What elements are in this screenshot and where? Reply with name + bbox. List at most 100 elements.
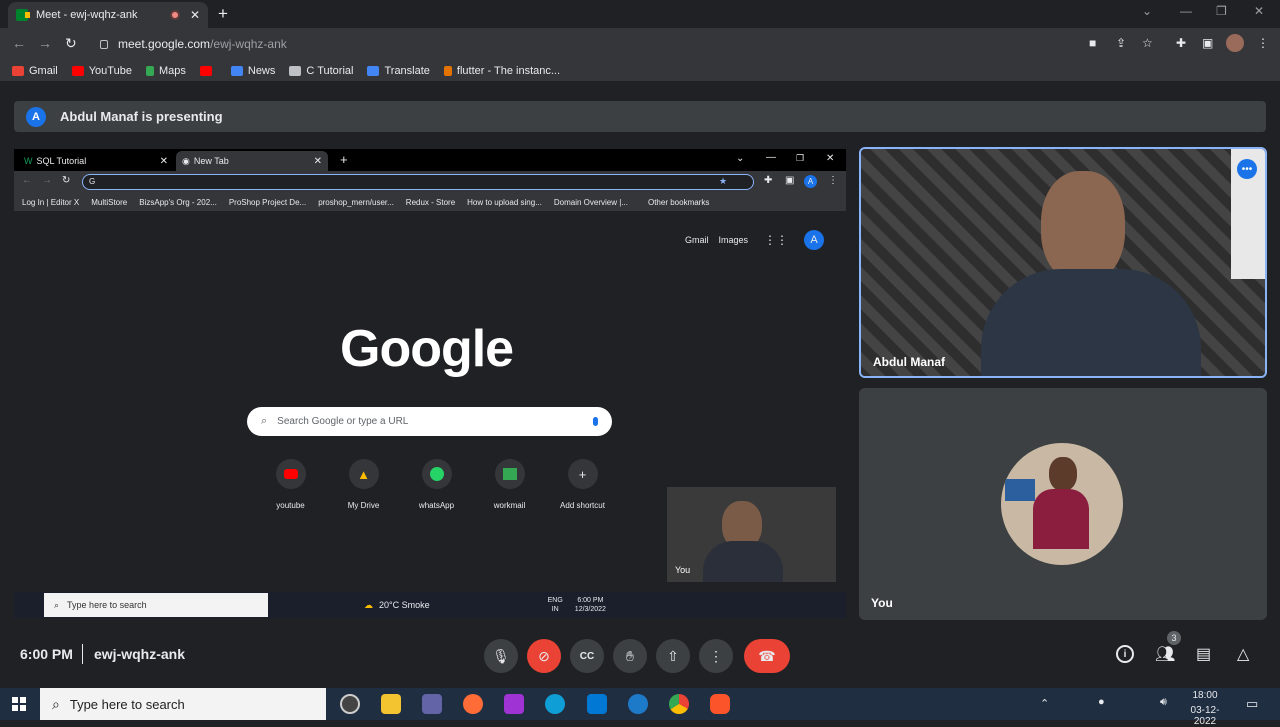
profile-avatar[interactable]: [1226, 34, 1244, 52]
sql-favicon-icon: W: [24, 156, 33, 166]
bookmark-gmail[interactable]: Gmail: [12, 65, 58, 77]
postman-icon[interactable]: [463, 694, 483, 714]
bookmark-translate[interactable]: Translate: [367, 65, 430, 77]
side-panel-icon: ▣: [785, 175, 795, 186]
captions-button[interactable]: CC: [570, 639, 604, 673]
self-tile[interactable]: You: [859, 388, 1267, 620]
side-panel-icon[interactable]: ▣: [1202, 36, 1213, 50]
shared-address-bar: G ★: [82, 174, 754, 190]
participants-count-badge: 3: [1167, 631, 1181, 645]
end-call-button[interactable]: ☎: [744, 639, 790, 673]
taskbar-time[interactable]: 18:00: [1180, 690, 1230, 701]
youtube-icon: [275, 459, 306, 489]
taskbar-date[interactable]: 03-12-2022: [1180, 705, 1230, 727]
camera-off-button[interactable]: ⊘: [527, 639, 561, 673]
chrome-icon[interactable]: [669, 694, 689, 714]
presenter-face-image: [1041, 171, 1125, 283]
address-bar[interactable]: meet.google.com/ewj-wqhz-ank: [90, 32, 1080, 56]
maximize-button[interactable]: ❐: [1216, 4, 1227, 18]
notion-app-icon[interactable]: [628, 694, 648, 714]
volume-icon[interactable]: 🔊︎: [1160, 696, 1167, 709]
search-icon: ⌕: [261, 415, 268, 427]
bookmark-star-icon[interactable]: ☆: [1142, 36, 1153, 50]
present-button[interactable]: ⇧: [656, 639, 690, 673]
maps-icon: [145, 65, 154, 76]
shared-tab-sql: W SQL Tutorial ✕: [24, 155, 168, 167]
bookmark-youtube-2[interactable]: [199, 65, 217, 76]
menu-icon: ⋮: [828, 175, 838, 186]
google-search-box: ⌕ Search Google or type a URL: [247, 407, 612, 436]
presenter-tile[interactable]: ••• Abdul Manaf: [859, 147, 1267, 378]
mic-button[interactable]: 🎙︎: [484, 639, 518, 673]
close-window-icon: ✕: [826, 153, 835, 164]
bookmark-maps[interactable]: Maps: [145, 65, 186, 77]
presenting-banner: A Abdul Manaf is presenting: [14, 101, 1266, 132]
taskbar-search-input[interactable]: ⌕ Type here to search: [40, 688, 326, 720]
browser-tab-meet[interactable]: Meet - ewj-wqhz-ank ✕: [8, 2, 208, 28]
browser-toolbar: ← → ↻ meet.google.com/ewj-wqhz-ank ■ ⇪ ☆…: [0, 28, 1280, 60]
bookmark-c-tutorial[interactable]: C Tutorial: [289, 65, 353, 77]
obs-icon[interactable]: [340, 694, 360, 714]
new-tab-button[interactable]: +: [218, 4, 228, 24]
notification-icon[interactable]: ▭: [1246, 696, 1258, 712]
whatsapp-icon: [421, 459, 452, 489]
bookmark-other: Other bookmarks: [647, 197, 710, 207]
chat-icon[interactable]: ▤: [1196, 644, 1211, 664]
more-vert-icon: ⋮: [709, 647, 723, 664]
windows-start-icon[interactable]: [12, 697, 26, 711]
intellij-icon[interactable]: [504, 694, 524, 714]
youtube-icon: [71, 65, 84, 76]
shared-toolbar: ← → ↻ G ★ ✚ ▣ A ⋮: [14, 171, 846, 193]
shared-taskbar: ⌕ Type here to search ☁ 20°C Smoke ENG I…: [14, 592, 846, 618]
teams-icon[interactable]: [422, 694, 442, 714]
more-options-icon[interactable]: •••: [1237, 159, 1257, 179]
tab-search-icon[interactable]: ⌄: [1142, 4, 1152, 18]
meeting-code: ewj-wqhz-ank: [94, 646, 186, 662]
brave-icon[interactable]: [710, 694, 730, 714]
tray-chevron-icon[interactable]: ⌃: [1040, 697, 1049, 710]
people-icon[interactable]: 👥︎: [1155, 644, 1175, 664]
forward-button[interactable]: →: [38, 35, 52, 51]
browser-tab-title: Meet - ewj-wqhz-ank: [36, 9, 138, 21]
google-search-placeholder: Search Google or type a URL: [277, 416, 409, 427]
close-window-button[interactable]: ✕: [1254, 4, 1264, 18]
close-tab-icon[interactable]: ✕: [190, 8, 200, 22]
bookmark-youtube[interactable]: YouTube: [71, 65, 132, 77]
gmail-icon: [12, 65, 24, 76]
url-host: meet.google.com: [118, 37, 211, 51]
bookmark-proshop: ProShop Project De...: [228, 197, 307, 207]
file-explorer-icon[interactable]: [381, 694, 401, 714]
raise-hand-button[interactable]: ✋︎: [613, 639, 647, 673]
back-button[interactable]: ←: [12, 35, 26, 51]
bookmark-news[interactable]: News: [230, 65, 275, 77]
bookmark-upload: How to upload sing...: [467, 197, 542, 207]
menu-icon[interactable]: ⋮: [1257, 36, 1269, 50]
info-icon[interactable]: i: [1116, 645, 1134, 663]
presenter-name: Abdul Manaf: [873, 355, 945, 369]
reload-button[interactable]: ↻: [65, 35, 77, 52]
activities-icon[interactable]: △: [1237, 644, 1249, 664]
vscode-icon[interactable]: [587, 694, 607, 714]
lock-icon: [100, 39, 108, 49]
apps-grid-icon: ⋮⋮: [764, 233, 788, 247]
restore-icon: ❐: [796, 153, 805, 163]
self-name: You: [871, 596, 893, 610]
extensions-icon: ✚: [764, 175, 773, 186]
extensions-icon[interactable]: ✚: [1176, 36, 1186, 50]
weather-widget: ☁ 20°C Smoke: [364, 599, 430, 611]
chevron-down-icon: ⌄: [736, 153, 745, 164]
hand-icon: ✋︎: [626, 647, 634, 664]
presenting-text: Abdul Manaf is presenting: [60, 109, 223, 124]
bookmark-domain: Domain Overview |...: [553, 197, 628, 207]
bookmark-flutter[interactable]: flutter - The instanc...: [443, 65, 560, 77]
bookmark-proshop-mern: proshop_mern/user...: [318, 197, 394, 207]
more-options-button[interactable]: ⋮: [699, 639, 733, 673]
camera-icon[interactable]: ■: [1089, 36, 1096, 50]
minimize-button[interactable]: —: [1180, 4, 1192, 18]
share-icon[interactable]: ⇪: [1116, 36, 1126, 50]
edge-icon[interactable]: [545, 694, 565, 714]
self-body-image: [703, 541, 783, 582]
divider: [82, 644, 83, 664]
mic-tray-icon[interactable]: ●: [1098, 696, 1105, 708]
workmail-icon: [494, 459, 525, 489]
